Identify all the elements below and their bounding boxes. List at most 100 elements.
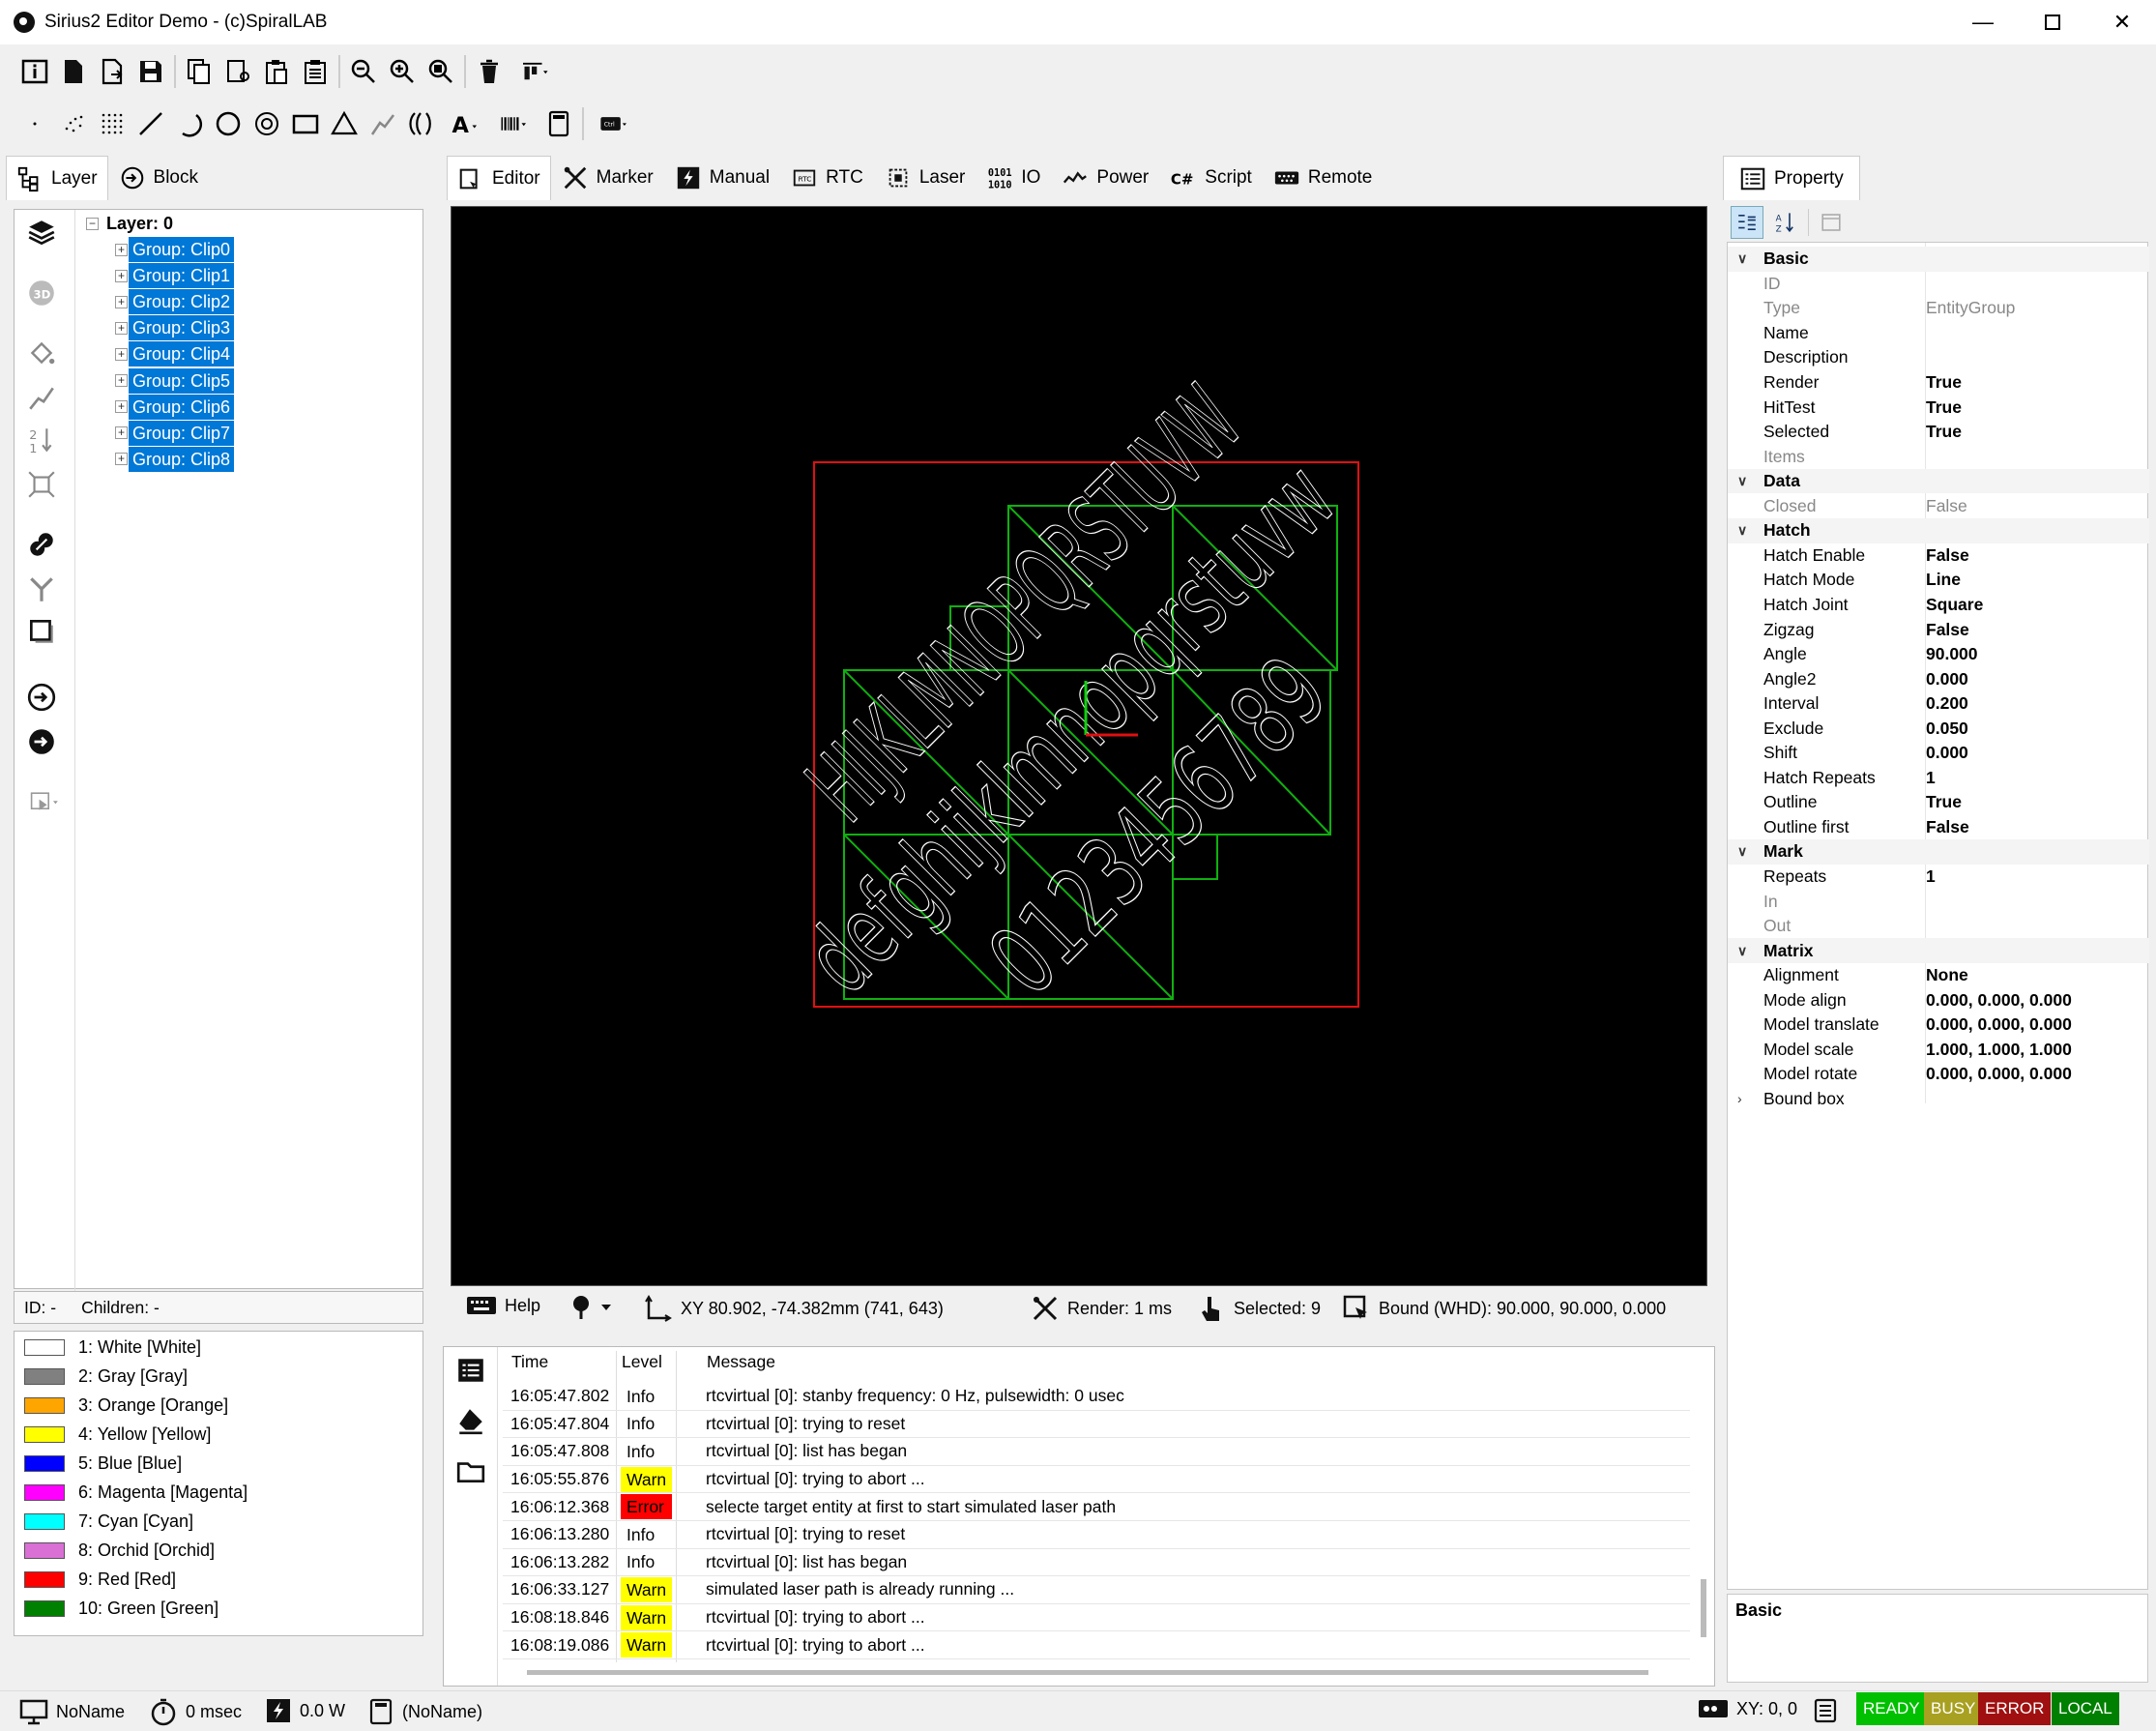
save-icon[interactable]	[131, 52, 170, 91]
expand-icon[interactable]: +	[115, 374, 128, 387]
fill-icon[interactable]	[22, 334, 61, 372]
tab-rtc[interactable]: RTC RTC	[780, 156, 874, 200]
raster-icon[interactable]	[93, 104, 131, 143]
property-row[interactable]: Closed False	[1728, 494, 2149, 519]
log-row[interactable]: 16:05:47.802 Info rtcvirtual [0]: stanby f…	[503, 1383, 1690, 1411]
property-category[interactable]: ∨ Matrix	[1728, 938, 2149, 963]
arc-icon[interactable]	[170, 104, 209, 143]
property-row[interactable]: Out	[1728, 914, 2149, 939]
property-row[interactable]: Description	[1728, 345, 2149, 370]
tree-item[interactable]: + Group: Clip6	[115, 394, 235, 420]
log-row[interactable]: 16:06:13.280 Info rtcvirtual [0]: trying t…	[503, 1521, 1690, 1549]
explode-icon[interactable]	[22, 465, 61, 504]
property-row[interactable]: Outline first False	[1728, 815, 2149, 840]
property-value[interactable]: 0.000, 0.000, 0.000	[1926, 1014, 2072, 1035]
property-row[interactable]: Hatch Enable False	[1728, 543, 2149, 569]
property-value[interactable]: 1	[1926, 866, 1936, 887]
collapse-chevron-icon[interactable]: ∨	[1737, 843, 1747, 860]
point-icon[interactable]	[15, 104, 54, 143]
tree-root[interactable]: − Layer: 0	[86, 211, 173, 236]
tab-remote[interactable]: Remote	[1263, 156, 1384, 200]
property-row[interactable]: Mode align 0.000, 0.000, 0.000	[1728, 988, 2149, 1013]
property-value[interactable]: 0.200	[1926, 693, 1968, 714]
property-row[interactable]: Render True	[1728, 370, 2149, 396]
property-row[interactable]: HitTest True	[1728, 395, 2149, 420]
pen-item[interactable]: 5: Blue [Blue]	[24, 1453, 182, 1474]
pen-item[interactable]: 2: Gray [Gray]	[24, 1366, 188, 1387]
zoom-fit-icon[interactable]	[422, 52, 460, 91]
expand-icon[interactable]: +	[115, 321, 128, 335]
tab-editor[interactable]: Editor	[447, 156, 551, 200]
new-document-icon[interactable]	[54, 52, 93, 91]
expand-icon[interactable]: +	[115, 426, 128, 440]
pen-item[interactable]: 8: Orchid [Orchid]	[24, 1540, 215, 1561]
offset-icon[interactable]	[22, 612, 61, 651]
ctrl-dropdown-icon[interactable]: Ctrl	[588, 104, 640, 143]
tab-property[interactable]: Property	[1723, 156, 1860, 200]
tree-item[interactable]: + Group: Clip4	[115, 341, 235, 367]
copy-icon[interactable]	[180, 52, 219, 91]
paste-icon[interactable]	[257, 52, 296, 91]
pen-item[interactable]: 1: White [White]	[24, 1337, 201, 1358]
expand-icon[interactable]: +	[115, 400, 128, 414]
layers-icon[interactable]	[22, 214, 61, 252]
property-row[interactable]: › Bound box	[1728, 1087, 2149, 1112]
sort-icon[interactable]: 21	[22, 421, 61, 459]
property-row[interactable]: Hatch Joint Square	[1728, 593, 2149, 618]
property-value[interactable]: True	[1926, 372, 1962, 393]
help-button[interactable]: Help	[466, 1294, 540, 1317]
cut-icon[interactable]	[219, 52, 257, 91]
property-row[interactable]: Repeats 1	[1728, 865, 2149, 890]
collapse-chevron-icon[interactable]: ∨	[1737, 522, 1747, 539]
tree-item[interactable]: + Group: Clip8	[115, 446, 235, 472]
tab-layer[interactable]: Layer	[6, 156, 108, 200]
collapse-icon[interactable]: −	[86, 217, 99, 230]
rectangle-icon[interactable]	[286, 104, 325, 143]
open-document-icon[interactable]	[93, 52, 131, 91]
property-value[interactable]: True	[1926, 422, 1962, 442]
property-row[interactable]: Angle2 0.000	[1728, 666, 2149, 691]
property-row[interactable]: Type EntityGroup	[1728, 296, 2149, 321]
log-row[interactable]: 16:08:19.086 Warn rtcvirtual [0]: trying t…	[503, 1631, 1690, 1659]
3d-icon[interactable]: 3D	[22, 274, 61, 312]
property-row[interactable]: Alignment None	[1728, 963, 2149, 988]
memory-card-icon[interactable]	[539, 104, 578, 143]
property-value[interactable]: False	[1926, 545, 1969, 566]
tab-manual[interactable]: Manual	[664, 156, 780, 200]
pen-item[interactable]: 6: Magenta [Magenta]	[24, 1482, 248, 1503]
tree-item[interactable]: + Group: Clip1	[115, 263, 235, 289]
property-row[interactable]: Outline True	[1728, 790, 2149, 815]
tab-marker[interactable]: Marker	[551, 156, 664, 200]
link-icon[interactable]	[22, 525, 61, 564]
property-row[interactable]: Model rotate 0.000, 0.000, 0.000	[1728, 1062, 2149, 1087]
log-row[interactable]: 16:06:13.282 Info rtcvirtual [0]: list has…	[503, 1549, 1690, 1577]
property-value[interactable]: False	[1926, 620, 1969, 640]
tree-item[interactable]: + Group: Clip3	[115, 315, 235, 341]
property-value[interactable]: EntityGroup	[1926, 298, 2015, 318]
property-row[interactable]: Exclude 0.050	[1728, 716, 2149, 741]
log-list-icon[interactable]	[452, 1351, 490, 1390]
pen-item[interactable]: 4: Yellow [Yellow]	[24, 1424, 211, 1445]
log-row[interactable]: 16:05:55.876 Warn rtcvirtual [0]: trying t…	[503, 1466, 1690, 1494]
path-icon[interactable]	[22, 378, 61, 417]
property-value[interactable]: 90.000	[1926, 644, 1978, 664]
property-value[interactable]: None	[1926, 965, 1968, 985]
tab-io[interactable]: 0101 1010 IO	[976, 156, 1051, 200]
enter-icon[interactable]	[22, 722, 61, 761]
trepan-icon[interactable]	[248, 104, 286, 143]
log-row[interactable]: 16:06:12.368 Error selecte target entity a…	[503, 1493, 1690, 1521]
zoom-out-icon[interactable]	[344, 52, 383, 91]
property-row[interactable]: Model translate 0.000, 0.000, 0.000	[1728, 1012, 2149, 1038]
property-row[interactable]: Selected True	[1728, 420, 2149, 445]
log-vscrollbar[interactable]	[1701, 1579, 1706, 1637]
points-icon[interactable]	[54, 104, 93, 143]
info-icon[interactable]	[15, 52, 54, 91]
alphabetical-icon[interactable]: AZ	[1769, 206, 1802, 239]
property-value[interactable]: 0.000, 0.000, 0.000	[1926, 1064, 2072, 1084]
property-category[interactable]: ∨ Basic	[1728, 247, 2149, 272]
property-value[interactable]: True	[1926, 397, 1962, 418]
barcode-dropdown-icon[interactable]	[489, 104, 539, 143]
collapse-chevron-icon[interactable]: ∨	[1737, 943, 1747, 959]
property-value[interactable]: Square	[1926, 595, 1983, 615]
polyline-icon[interactable]	[364, 104, 402, 143]
